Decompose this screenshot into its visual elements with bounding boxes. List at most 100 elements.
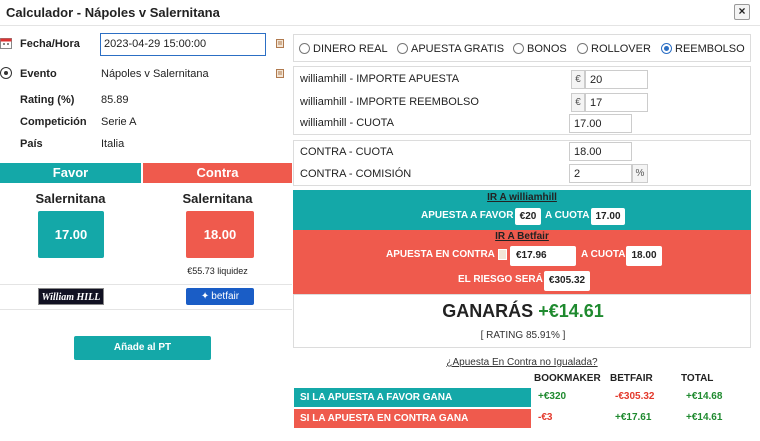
- contra-fields: CONTRA - CUOTA 18.00 CONTRA - COMISIÓN 2…: [293, 140, 751, 186]
- importe-apuesta-input[interactable]: 20: [585, 70, 648, 89]
- cell-bookmaker: -€3: [538, 412, 553, 423]
- apuesta-contra-label: APUESTA EN CONTRA: [386, 249, 495, 260]
- mode-reembolso[interactable]: REEMBOLSO: [661, 43, 745, 55]
- cell-betfair: +€17.61: [615, 412, 652, 423]
- mode-label: REEMBOLSO: [675, 43, 745, 55]
- mode-label: BONOS: [527, 43, 567, 55]
- contra-comision-label: CONTRA - COMISIÓN: [300, 168, 412, 180]
- mode-bonos[interactable]: BONOS: [513, 43, 567, 55]
- fecha-label: Fecha/Hora: [20, 38, 80, 50]
- col-header-bookmaker: BOOKMAKER: [534, 373, 601, 384]
- favor-cuota-value: 17.00: [591, 208, 625, 225]
- add-to-pt-button[interactable]: Añade al PT: [74, 336, 211, 360]
- evento-label: Evento: [20, 68, 57, 80]
- copy-icon[interactable]: [498, 249, 507, 260]
- favor-odds: 17.00: [38, 211, 104, 258]
- no-igualada-link[interactable]: ¿Apuesta En Contra no Igualada?: [293, 357, 751, 368]
- window-title: Calculador - Nápoles v Salernitana: [6, 5, 220, 20]
- apuesta-favor-label: APUESTA A FAVOR: [421, 210, 514, 221]
- importe-reembolso-input[interactable]: 17: [585, 93, 648, 112]
- evento-value: Nápoles v Salernitana: [101, 68, 209, 80]
- ir-betfair-link[interactable]: IR A Betfair: [293, 231, 751, 242]
- radio-icon: [397, 43, 408, 54]
- percent-addon: %: [632, 164, 648, 183]
- radio-icon: [513, 43, 524, 54]
- info-row-evento: Evento Nápoles v Salernitana: [0, 64, 292, 86]
- close-button[interactable]: ×: [734, 4, 750, 20]
- pais-value: Italia: [101, 138, 125, 150]
- contra-cuota-label: CONTRA - CUOTA: [300, 146, 394, 158]
- apuesta-favor-value: €20: [515, 208, 541, 225]
- ganaras-label: GANARÁS: [442, 301, 534, 321]
- info-row-fecha: Fecha/Hora 2023-04-29 15:00:00: [0, 33, 292, 56]
- info-row-competicion: Competición Serie A: [0, 112, 292, 134]
- betfair-logo[interactable]: ✦ betfair: [186, 288, 254, 305]
- riesgo-label: EL RIESGO SERÁ: [458, 274, 543, 285]
- euro-addon: €: [571, 70, 585, 89]
- table-row-contra-label: SI LA APUESTA EN CONTRA GANA: [294, 409, 531, 428]
- importe-reembolso-label: williamhill - IMPORTE REEMBOLSO: [300, 96, 479, 108]
- rating-result: [ RATING 85.91% ]: [480, 330, 566, 341]
- mode-label: DINERO REAL: [313, 43, 388, 55]
- calendar-icon: [0, 38, 12, 49]
- cell-total: +€14.68: [686, 391, 723, 402]
- mode-selector: DINERO REAL APUESTA GRATIS BONOS ROLLOVE…: [293, 34, 751, 62]
- divider: [0, 284, 292, 285]
- window-titlebar: Calculador - Nápoles v Salernitana ×: [0, 0, 760, 26]
- fecha-input[interactable]: 2023-04-29 15:00:00: [100, 33, 266, 56]
- edit-icon[interactable]: [276, 69, 284, 78]
- contra-cuota-value: 18.00: [626, 246, 662, 266]
- radio-icon: [299, 43, 310, 54]
- contra-liquidity: €55.73 liquidez: [187, 266, 248, 276]
- williamhill-logo[interactable]: William HILL: [38, 288, 104, 305]
- calculator-panel: DINERO REAL APUESTA GRATIS BONOS ROLLOVE…: [293, 26, 760, 441]
- betfair-logo-text: betfair: [211, 291, 240, 302]
- col-header-total: TOTAL: [681, 373, 714, 384]
- a-cuota-label: A CUOTA: [581, 249, 626, 260]
- table-row-favor-label: SI LA APUESTA A FAVOR GANA: [294, 388, 531, 407]
- soccer-ball-icon: [0, 67, 12, 79]
- cell-bookmaker: +€320: [538, 391, 567, 402]
- contra-odds: 18.00: [186, 211, 254, 258]
- contra-team: Salernitana: [182, 191, 253, 206]
- contra-header: Contra: [143, 163, 292, 183]
- competicion-value: Serie A: [101, 116, 137, 128]
- a-cuota-label: A CUOTA: [545, 210, 590, 221]
- mode-dinero-real[interactable]: DINERO REAL: [299, 43, 388, 55]
- favor-header: Favor: [0, 163, 141, 183]
- mode-apuesta-gratis[interactable]: APUESTA GRATIS: [397, 43, 504, 55]
- radio-icon: [577, 43, 588, 54]
- info-row-pais: País Italia: [0, 134, 292, 156]
- importe-apuesta-label: williamhill - IMPORTE APUESTA: [300, 73, 460, 85]
- riesgo-value: €305.32: [544, 271, 590, 291]
- contra-result-block: IR A Betfair APUESTA EN CONTRA €17.96 A …: [293, 230, 751, 294]
- cuota-label: williamhill - CUOTA: [300, 117, 394, 129]
- betfair-star-icon: ✦: [200, 291, 210, 302]
- ganaras-block: GANARÁS +€14.61 [ RATING 85.91% ]: [293, 294, 751, 348]
- event-panel: Fecha/Hora 2023-04-29 15:00:00 Evento Ná…: [0, 26, 292, 441]
- contra-cuota-input[interactable]: 18.00: [569, 142, 632, 161]
- euro-addon: €: [571, 93, 585, 112]
- apuesta-contra-value: €17.96: [510, 246, 576, 266]
- bookmaker-fields: williamhill - IMPORTE APUESTA € 20 willi…: [293, 66, 751, 135]
- cell-betfair: -€305.32: [615, 391, 655, 402]
- favor-team: Salernitana: [35, 191, 106, 206]
- pais-label: País: [20, 138, 43, 150]
- col-header-betfair: BETFAIR: [610, 373, 653, 384]
- ir-williamhill-link[interactable]: IR A williamhill: [293, 192, 751, 203]
- mode-label: APUESTA GRATIS: [411, 43, 505, 55]
- info-row-rating: Rating (%) 85.89: [0, 90, 292, 112]
- cell-total: +€14.61: [686, 412, 723, 423]
- mode-rollover[interactable]: ROLLOVER: [577, 43, 651, 55]
- competicion-label: Competición: [20, 116, 87, 128]
- ganaras-text: GANARÁS +€14.61: [294, 301, 752, 322]
- rating-value: 85.89: [101, 94, 129, 106]
- contra-comision-input[interactable]: 2: [569, 164, 632, 183]
- favor-result-block: IR A williamhill APUESTA A FAVOR €20 A C…: [293, 190, 751, 230]
- cuota-input[interactable]: 17.00: [569, 114, 632, 133]
- rating-label: Rating (%): [20, 94, 75, 106]
- edit-icon[interactable]: [276, 39, 284, 48]
- divider: [0, 309, 292, 310]
- mode-label: ROLLOVER: [591, 43, 651, 55]
- ganaras-value: +€14.61: [538, 301, 604, 321]
